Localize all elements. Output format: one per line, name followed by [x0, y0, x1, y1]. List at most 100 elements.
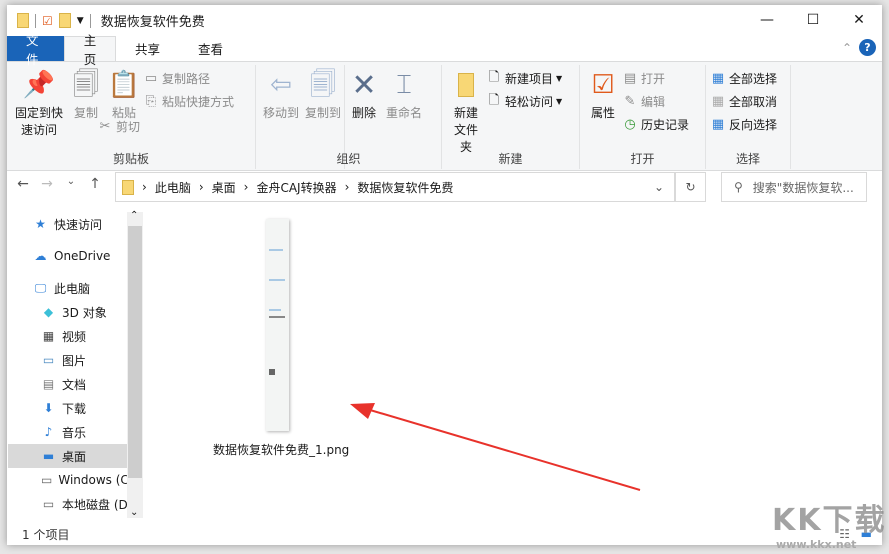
nav-item[interactable]: 🖵 此电脑 — [8, 276, 128, 300]
nav-item-label: 音乐 — [62, 425, 87, 440]
group-label: 打开 — [630, 152, 655, 166]
nav-item-label: 文档 — [62, 377, 87, 392]
scroll-up-icon[interactable]: ⌃ — [130, 210, 138, 221]
breadcrumb-separator-icon[interactable]: › — [244, 180, 249, 194]
breadcrumb-separator-icon[interactable]: › — [345, 180, 350, 194]
nav-item[interactable]: ▦ 视频 — [8, 324, 128, 348]
label: 删除 — [352, 106, 377, 120]
picture-icon: ▭ — [42, 353, 55, 367]
document-icon: ▤ — [42, 377, 55, 391]
new-item-button[interactable]: 🗋 新建项目 ▼ — [486, 69, 562, 88]
search-box[interactable]: ⚲ 搜索"数据恢复软... — [721, 172, 867, 202]
nav-item[interactable]: ⬇ 下载 — [8, 396, 128, 420]
label: 重命名 — [386, 106, 423, 120]
group-label: 组织 — [336, 152, 361, 166]
breadcrumb-separator-icon[interactable]: › — [142, 180, 147, 194]
tab-home[interactable]: 主页 — [64, 33, 116, 67]
computer-icon: 🖵 — [34, 280, 47, 295]
breadcrumb-this-pc[interactable]: 此电脑 — [155, 179, 191, 196]
forward-icon[interactable]: → — [38, 176, 56, 192]
copy-to-icon: 🗐 — [310, 69, 336, 100]
select-none-button[interactable]: ▦ 全部取消 — [710, 92, 777, 111]
nav-item-label: 图片 — [62, 353, 87, 368]
label: 移动到 — [263, 106, 300, 120]
label: 打开 — [641, 72, 666, 86]
nav-item-label: Windows (C — [58, 473, 128, 487]
cut-button[interactable]: ✂ 剪切 — [97, 117, 234, 136]
delete-x-icon: ✕ — [351, 67, 377, 103]
nav-item[interactable]: ▬ 桌面 — [8, 444, 128, 468]
open-button[interactable]: ▤ 打开 — [622, 69, 689, 88]
label: 复制 — [73, 106, 98, 120]
history-button[interactable]: ◷ 历史记录 — [622, 115, 689, 134]
scrollbar-thumb[interactable] — [128, 226, 142, 478]
properties-check-icon: ☑ — [591, 69, 615, 100]
video-icon: ▦ — [42, 329, 55, 343]
up-icon[interactable]: ↑ — [86, 176, 104, 192]
recent-dropdown-icon[interactable]: ⌄ — [62, 176, 80, 192]
label: 复制路径 — [162, 72, 211, 86]
select-all-icon: ▦ — [711, 71, 725, 86]
new-group: 新建文件夹 🗋 新建项目 ▼ 🗋 轻松访问 ▼ 新建 — [442, 65, 580, 169]
label: 编辑 — [641, 95, 666, 109]
scroll-down-icon[interactable]: ⌄ — [130, 507, 138, 518]
nav-item[interactable]: ♪ 音乐 — [8, 420, 128, 444]
copy-path-button[interactable]: ▭ 复制路径 — [143, 69, 234, 88]
select-all-button[interactable]: ▦ 全部选择 — [710, 69, 777, 88]
breadcrumb-desktop[interactable]: 桌面 — [212, 179, 236, 196]
dropdown-icon: ▼ — [556, 97, 563, 106]
paste-shortcut-button[interactable]: ⎘ 粘贴快捷方式 — [143, 92, 234, 111]
breadcrumb-caj[interactable]: 金舟CAJ转换器 — [256, 179, 336, 196]
folder-icon — [122, 179, 134, 195]
tab-view[interactable]: 查看 — [179, 36, 242, 61]
easy-access-button[interactable]: 🗋 轻松访问 ▼ — [486, 92, 562, 111]
invert-selection-button[interactable]: ▦ 反向选择 — [710, 115, 777, 134]
close-button[interactable]: ✕ — [836, 5, 882, 35]
item-count: 1 个项目 — [22, 527, 70, 542]
search-placeholder: 搜索"数据恢复软... — [752, 180, 854, 195]
copy-icon: 🗐 — [73, 69, 99, 100]
properties-quick-icon[interactable]: ☑ — [42, 14, 53, 28]
help-icon[interactable]: ? — [859, 39, 876, 56]
nav-item[interactable]: ▭ 图片 — [8, 348, 128, 372]
nav-item[interactable]: ◆ 3D 对象 — [8, 300, 128, 324]
nav-item[interactable]: ▤ 文档 — [8, 372, 128, 396]
nav-scrollbar[interactable]: ⌃ ⌄ — [127, 210, 143, 518]
group-label: 新建 — [498, 152, 523, 166]
breadcrumb-separator-icon[interactable]: › — [199, 180, 204, 194]
edit-button[interactable]: ✎ 编辑 — [622, 92, 689, 111]
breadcrumb-current[interactable]: 数据恢复软件免费 — [357, 179, 453, 196]
maximize-button[interactable]: ☐ — [790, 5, 836, 35]
refresh-button[interactable]: ↻ — [675, 172, 706, 202]
open-group: ☑ 属性 ▤ 打开 ✎ 编辑 ◷ 历史记录 打开 — [580, 65, 706, 169]
address-dropdown-icon[interactable]: ⌄ — [654, 180, 664, 194]
new-folder-quick-icon[interactable] — [58, 13, 71, 28]
watermark-url: www.kkx.net — [776, 538, 857, 551]
minimize-button[interactable]: — — [744, 5, 790, 35]
select-none-icon: ▦ — [711, 94, 725, 109]
back-icon[interactable]: ← — [14, 176, 32, 192]
nav-item[interactable]: ☁ OneDrive — [8, 244, 128, 268]
collapse-ribbon-icon[interactable]: ⌃ — [842, 41, 852, 55]
customize-toolbar-icon[interactable]: ▼ — [77, 16, 84, 26]
window-title: 数据恢复软件免费 — [100, 15, 205, 30]
ribbon-tabs: 文件 主页 共享 查看 ⌃ ? — [7, 33, 882, 67]
dropdown-icon: ▼ — [556, 74, 563, 83]
nav-item-label: 快速访问 — [54, 217, 103, 232]
label: 粘贴快捷方式 — [162, 95, 235, 109]
nav-item-label: 3D 对象 — [62, 305, 107, 320]
desktop-icon: ▬ — [42, 449, 55, 463]
tab-file[interactable]: 文件 — [7, 33, 64, 67]
status-bar: 1 个项目 ☷ ▬ — [7, 523, 882, 545]
label: 剪切 — [116, 120, 141, 134]
red-arrow-annotation — [350, 403, 641, 491]
label: 复制到 — [305, 106, 342, 120]
nav-item[interactable]: ▭ 本地磁盘 (D — [8, 492, 128, 516]
nav-item[interactable]: ▭ Windows (C — [8, 468, 128, 492]
address-bar[interactable]: › 此电脑 › 桌面 › 金舟CAJ转换器 › 数据恢复软件免费 ⌄ — [115, 172, 675, 202]
nav-item-label: OneDrive — [54, 249, 111, 263]
nav-item[interactable]: ★ 快速访问 — [8, 212, 128, 236]
tab-share[interactable]: 共享 — [116, 36, 179, 61]
label: 新建文件夹 — [453, 106, 478, 154]
nav-item-label: 下载 — [62, 401, 87, 416]
